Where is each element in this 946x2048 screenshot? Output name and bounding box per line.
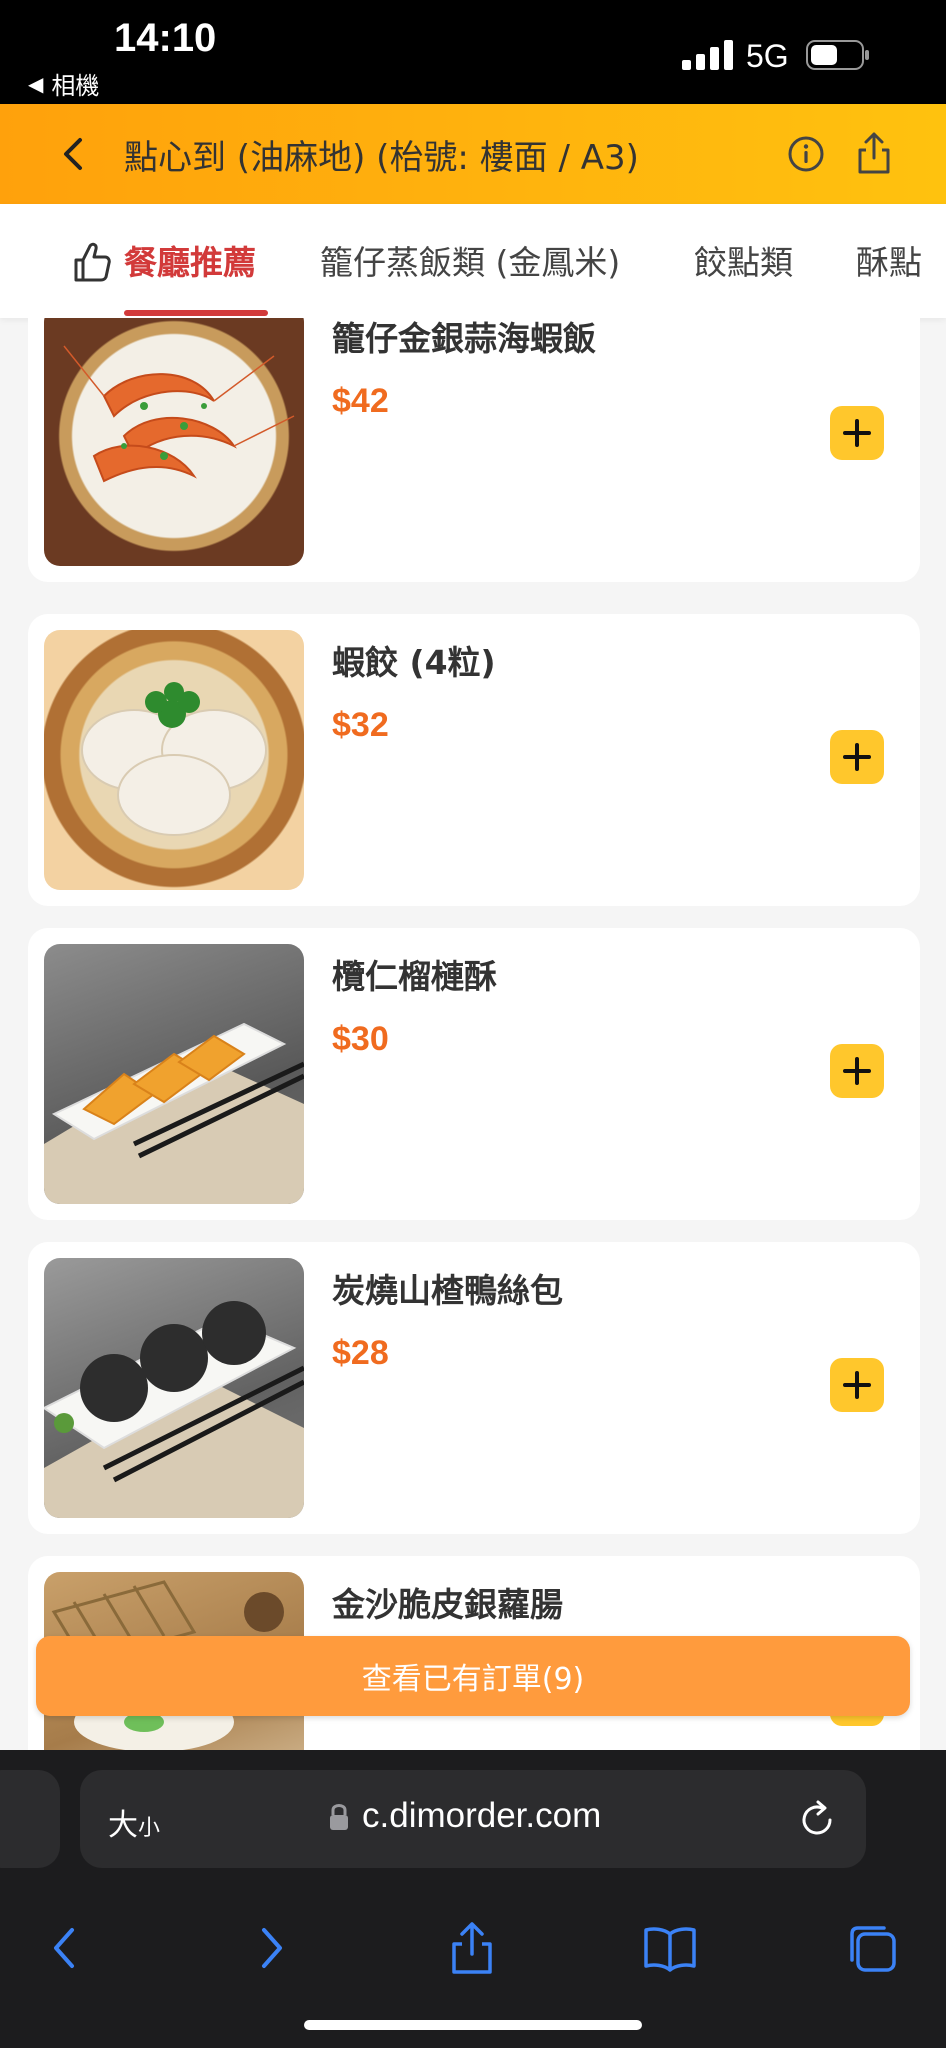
view-orders-button[interactable]: 查看已有訂單(9) (36, 1636, 910, 1716)
food-image (44, 944, 304, 1204)
food-image (44, 318, 304, 566)
signal-icon (682, 40, 733, 70)
item-name: 炭燒山楂鴨絲包 (332, 1271, 563, 1310)
menu-item-card[interactable]: 炭燒山楂鴨絲包 $28 (28, 1242, 920, 1534)
info-icon[interactable] (786, 134, 826, 174)
share-icon[interactable] (854, 130, 894, 176)
battery-icon (806, 40, 869, 70)
back-triangle-icon: ◀ (28, 71, 44, 96)
network-type: 5G (746, 38, 789, 74)
plus-icon (843, 1057, 871, 1085)
add-to-cart-button[interactable] (830, 1358, 884, 1412)
page-title: 點心到 (油麻地) (枱號: 樓面 / A3) (124, 138, 639, 178)
active-tab-indicator (124, 310, 268, 316)
category-tabs: 餐廳推薦 籠仔蒸飯類 (金鳳米) 餃點類 酥點 (0, 204, 946, 318)
food-image (44, 630, 304, 890)
restaurant-header: 點心到 (油麻地) (枱號: 樓面 / A3) (0, 104, 946, 204)
browser-toolbar (0, 1910, 946, 1990)
plus-icon (843, 743, 871, 771)
menu-list: 籠仔金銀蒜海蝦飯 $42 蝦餃 (4粒) $32 欖仁榴槤酥 $30 炭燒山楂鴨… (0, 318, 946, 1750)
item-name: 蝦餃 (4粒) (332, 643, 496, 682)
tab-clay-pot-rice[interactable]: 籠仔蒸飯類 (金鳳米) (320, 236, 620, 284)
tab-dumplings[interactable]: 餃點類 (694, 236, 793, 284)
menu-item-card[interactable]: 蝦餃 (4粒) $32 (28, 614, 920, 906)
tab-recommended[interactable]: 餐廳推薦 (124, 236, 256, 284)
bookmarks-icon[interactable] (642, 1920, 698, 1976)
thumbs-up-icon (74, 242, 111, 282)
menu-item-card[interactable]: 欖仁榴槤酥 $30 (28, 928, 920, 1220)
reload-icon[interactable] (798, 1798, 838, 1840)
item-price: $32 (332, 706, 389, 744)
tab-pastries[interactable]: 酥點 (856, 236, 922, 284)
home-indicator (304, 2020, 642, 2030)
add-to-cart-button[interactable] (830, 406, 884, 460)
browser-chrome: 大小 c.dimorder.com (0, 1750, 946, 2048)
text-size-large: 大 (108, 1808, 138, 1843)
back-app-label: 相機 (51, 72, 100, 100)
text-size-small: 小 (138, 1816, 161, 1841)
text-size-button[interactable]: 大小 (108, 1800, 160, 1844)
previous-tab-preview[interactable] (0, 1770, 60, 1868)
url-text: c.dimorder.com (362, 1796, 602, 1835)
item-price: $42 (332, 382, 389, 420)
add-to-cart-button[interactable] (830, 1044, 884, 1098)
menu-item-card[interactable]: 籠仔金銀蒜海蝦飯 $42 (28, 318, 920, 582)
add-to-cart-button[interactable] (830, 730, 884, 784)
plus-icon (843, 1371, 871, 1399)
back-arrow-icon[interactable] (52, 132, 96, 176)
status-bar: 14:10 ◀ 相機 5G (0, 0, 946, 104)
address-bar[interactable]: 大小 c.dimorder.com (80, 1770, 866, 1868)
tabs-icon[interactable] (844, 1920, 900, 1976)
share-icon[interactable] (444, 1920, 500, 1976)
chevron-right-icon[interactable] (242, 1920, 298, 1976)
plus-icon (843, 419, 871, 447)
item-price: $30 (332, 1020, 389, 1058)
back-to-app-link[interactable]: ◀ 相機 (28, 66, 99, 101)
item-name: 欖仁榴槤酥 (332, 957, 497, 996)
item-price: $28 (332, 1334, 389, 1372)
status-time: 14:10 (114, 16, 217, 60)
lock-icon (330, 1804, 348, 1830)
food-image (44, 1258, 304, 1518)
chevron-left-icon[interactable] (38, 1920, 94, 1976)
item-name: 籠仔金銀蒜海蝦飯 (332, 319, 596, 358)
item-name: 金沙脆皮銀蘿腸 (332, 1585, 563, 1624)
